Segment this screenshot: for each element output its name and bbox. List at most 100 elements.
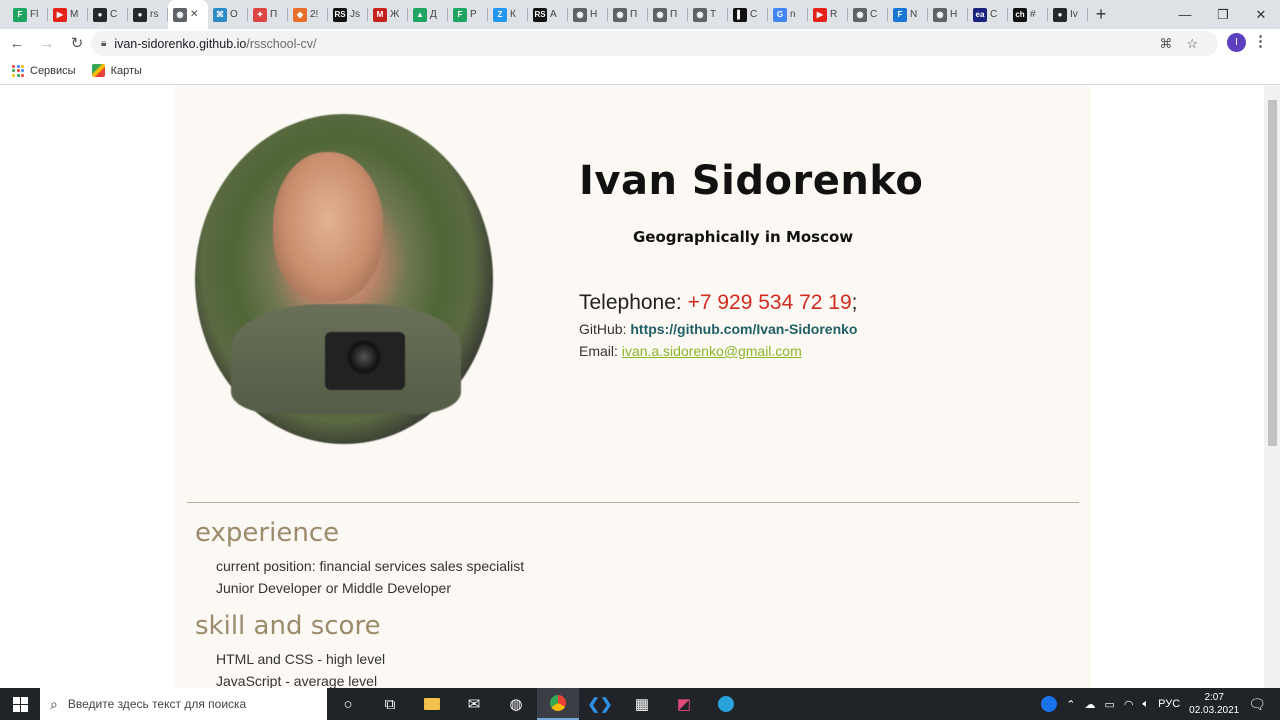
scrollbar-thumb[interactable]	[1268, 100, 1277, 446]
browser-tab[interactable]: ▶ M	[48, 0, 88, 29]
clock[interactable]: 2:07 02.03.2021	[1189, 691, 1239, 717]
browser-tab[interactable]: RS Js	[328, 0, 368, 29]
browser-tab[interactable]: ● rs	[128, 0, 168, 29]
browser-tab[interactable]: ◉ П	[608, 0, 648, 29]
browser-tab[interactable]: ch #	[1008, 0, 1048, 29]
window-controls: — ❐ ✕	[1166, 0, 1280, 29]
tab-title: 2!	[310, 9, 319, 20]
tab-favicon-icon: M	[373, 7, 387, 22]
tab-title: #	[1030, 9, 1036, 20]
browser-tab[interactable]: ◉ Т	[688, 0, 728, 29]
browser-tab[interactable]: ◉ П	[648, 0, 688, 29]
chrome-icon[interactable]	[537, 688, 579, 720]
tab-favicon-icon: ◉	[933, 7, 947, 22]
close-window-button[interactable]: ✕	[1242, 0, 1280, 29]
task-view-icon[interactable]: ⧉	[369, 688, 411, 720]
battery-icon[interactable]: ▭	[1105, 698, 1115, 711]
github-desktop-icon[interactable]: ◍	[495, 688, 537, 720]
chevron-up-icon[interactable]: ⌃	[1066, 698, 1075, 711]
windows-taskbar: ⌕ Введите здесь текст для поиска ○ ⧉ ✉ ◍…	[0, 688, 1280, 720]
tab-favicon-icon: ◉	[853, 7, 867, 22]
browser-tab[interactable]: ◆ 2!	[288, 0, 328, 29]
mail-icon[interactable]: ✉	[453, 688, 495, 720]
photo-camera-lens	[347, 340, 381, 374]
browser-tab[interactable]: MЖ	[368, 0, 408, 29]
start-button[interactable]	[0, 688, 40, 720]
notifications-icon[interactable]: 🗨︎	[1248, 696, 1266, 713]
browser-tab[interactable]: ◉ С	[848, 0, 888, 29]
tab-title: C	[110, 9, 118, 20]
browser-tab[interactable]: RS A	[528, 0, 568, 29]
profile-avatar[interactable]: I	[1227, 33, 1246, 52]
bookmark-maps[interactable]: Карты	[91, 64, 142, 77]
volume-icon[interactable]: 🔈︎	[1143, 698, 1150, 711]
back-button[interactable]: ←	[4, 30, 30, 56]
calculator-icon[interactable]: ▦	[621, 688, 663, 720]
browser-tab[interactable]: ▶ R	[808, 0, 848, 29]
windows-logo-icon	[12, 696, 28, 712]
tab-title: К	[510, 9, 516, 20]
browser-tab[interactable]: ZК	[488, 0, 528, 29]
tab-favicon-icon: Z	[493, 7, 507, 22]
photo-face	[273, 152, 383, 302]
browser-tab[interactable]: ea С	[968, 0, 1008, 29]
language-indicator[interactable]: РУС	[1158, 698, 1180, 710]
bookmark-star-icon[interactable]: ☆	[1186, 36, 1198, 52]
tab-title: Fl	[30, 9, 39, 20]
reload-icon: ↻	[70, 35, 84, 52]
browser-tab[interactable]: ◉ Н	[928, 0, 968, 29]
bookmark-label: Сервисы	[30, 64, 76, 77]
help-icon[interactable]	[1041, 696, 1058, 712]
tab-favicon-icon: ◉	[693, 7, 707, 22]
telephone-link[interactable]: +7 929 534 72 19	[688, 291, 852, 314]
snipping-tool-icon[interactable]: ◩	[663, 688, 705, 720]
browser-tab[interactable]: F Fl	[8, 0, 48, 29]
new-tab-button[interactable]: +	[1088, 0, 1114, 29]
browser-tab[interactable]: ◉ Н	[568, 0, 608, 29]
telegram-icon[interactable]	[705, 688, 747, 720]
telephone-line: Telephone: +7 929 534 72 19;	[579, 291, 858, 315]
vertical-scrollbar[interactable]	[1264, 86, 1280, 688]
browser-tab[interactable]: FN	[888, 0, 928, 29]
list-item: Junior Developer or Middle Developer	[216, 580, 452, 596]
address-bar[interactable]: 🔒︎ ivan-sidorenko.github.io/rsschool-cv/…	[91, 31, 1218, 56]
browser-tab[interactable]: ▌ С	[728, 0, 768, 29]
browser-tab[interactable]: ● Iv	[1048, 0, 1088, 29]
browser-tab[interactable]: ✦ П	[248, 0, 288, 29]
tab-title: Н	[590, 9, 598, 20]
back-arrow-icon: ←	[9, 34, 25, 52]
reload-button[interactable]: ↻	[64, 30, 90, 56]
restore-button[interactable]: ❐	[1204, 0, 1242, 29]
tab-favicon-icon: ◆	[293, 7, 307, 22]
email-line: Email: ivan.a.sidorenko@gmail.com	[579, 343, 858, 359]
tab-favicon-icon: F	[453, 7, 467, 22]
browser-tab[interactable]: Gn	[768, 0, 808, 29]
browser-tab[interactable]: ◉ ✕	[168, 0, 208, 29]
github-link[interactable]: https://github.com/Ivan-Sidorenko	[630, 321, 857, 337]
tab-title: O	[230, 9, 238, 20]
tab-title: С	[990, 9, 998, 20]
bookmark-services[interactable]: Сервисы	[12, 64, 76, 77]
wifi-icon[interactable]: ◠	[1124, 698, 1134, 711]
tab-favicon-icon: ◉	[173, 7, 187, 22]
browser-tab[interactable]: ▲ Д	[408, 0, 448, 29]
browser-tab[interactable]: ● C	[88, 0, 128, 29]
bookmark-label: Карты	[110, 64, 142, 77]
tab-favicon-icon: RS	[333, 7, 347, 22]
tab-favicon-icon: ch	[1013, 7, 1027, 22]
file-explorer-icon[interactable]	[411, 688, 453, 720]
forward-button[interactable]: →	[34, 30, 60, 56]
minimize-button[interactable]: —	[1166, 0, 1204, 29]
taskbar-search[interactable]: ⌕ Введите здесь текст для поиска	[40, 688, 327, 720]
browser-tab[interactable]: ⌘ O	[208, 0, 248, 29]
email-link[interactable]: ivan.a.sidorenko@gmail.com	[622, 343, 802, 359]
cortana-icon[interactable]: ○	[327, 688, 369, 720]
tab-title: П	[270, 9, 278, 20]
vscode-icon[interactable]: ❮❯	[579, 688, 621, 720]
page-viewport: Ivan Sidorenko Geographically in Moscow …	[0, 86, 1280, 688]
browser-tab[interactable]: FР	[448, 0, 488, 29]
translate-icon[interactable]: ⌘	[1159, 36, 1172, 52]
url-path: /rsschool-cv/	[246, 36, 317, 51]
onedrive-icon[interactable]: ☁	[1085, 698, 1096, 711]
browser-menu-icon[interactable]: ⋮	[1253, 32, 1268, 50]
